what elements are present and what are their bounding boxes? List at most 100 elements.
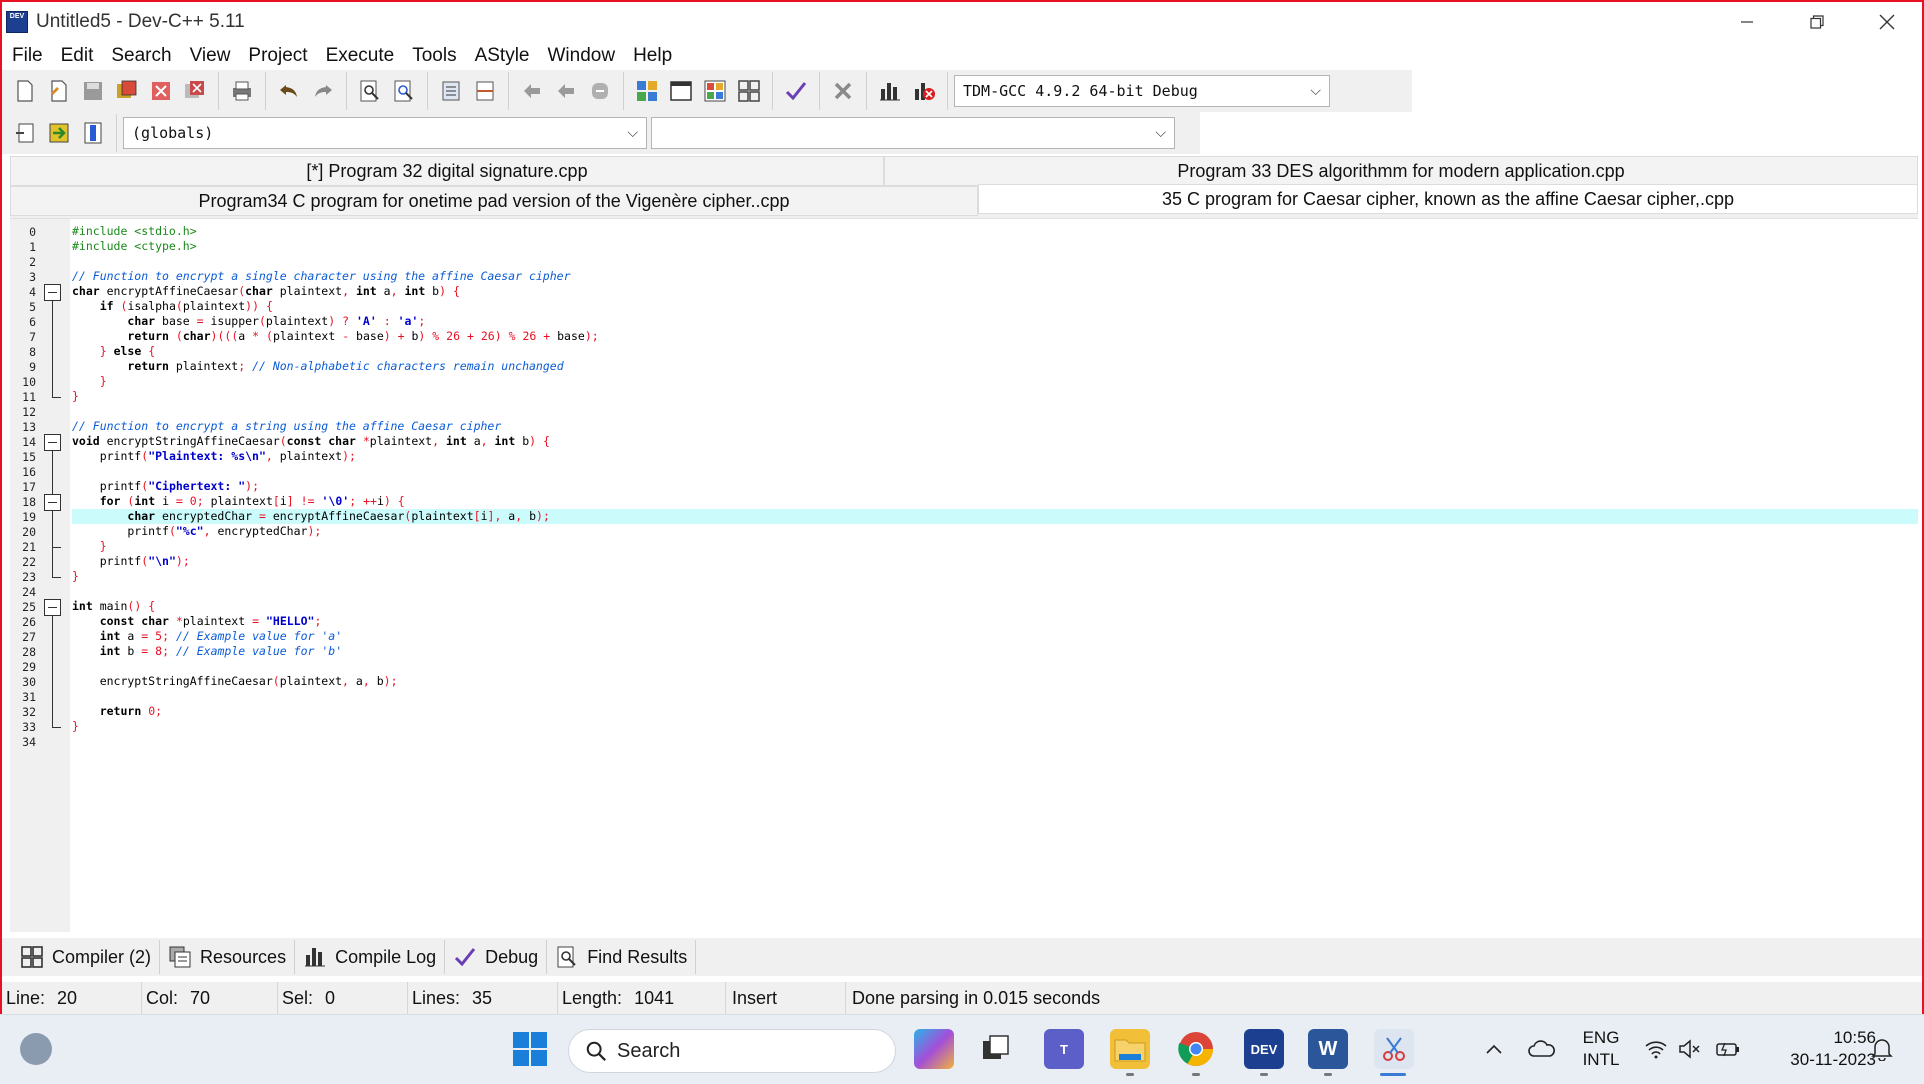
tab-program-33[interactable]: Program 33 DES algorithmm for modern app… — [884, 156, 1918, 186]
tab-debug[interactable]: Debug — [445, 940, 548, 974]
compile-check-icon[interactable] — [781, 76, 811, 106]
file-explorer-icon[interactable] — [1110, 1029, 1150, 1069]
scope-select[interactable]: (globals) ⌵ — [123, 117, 647, 149]
code-line[interactable]: int a = 5; // Example value for 'a' — [72, 629, 1918, 644]
code-line[interactable]: int main() { — [72, 599, 1918, 614]
code-line[interactable]: int b = 8; // Example value for 'b' — [72, 644, 1918, 659]
chevron-up-icon[interactable] — [1474, 1029, 1514, 1069]
menu-search[interactable]: Search — [102, 45, 180, 67]
undo-icon[interactable] — [274, 76, 304, 106]
code-line[interactable]: } — [72, 539, 1918, 554]
code-line[interactable]: for (int i = 0; plaintext[i] != '\0'; ++… — [72, 494, 1918, 509]
save-icon[interactable] — [78, 76, 108, 106]
code-line[interactable]: // Function to encrypt a string using th… — [72, 419, 1918, 434]
code-line[interactable]: #include <stdio.h> — [72, 224, 1918, 239]
onedrive-icon[interactable] — [1522, 1029, 1562, 1069]
windows-start-icon[interactable] — [510, 1029, 550, 1069]
code-line[interactable]: } — [72, 719, 1918, 734]
open-file-icon[interactable] — [44, 76, 74, 106]
current-code-line[interactable]: char encryptedChar = encryptAffineCaesar… — [72, 509, 1918, 524]
code-line[interactable]: } — [72, 569, 1918, 584]
tab-compile-log[interactable]: Compile Log — [295, 940, 446, 974]
code-line[interactable] — [72, 254, 1918, 269]
class-browser-icon[interactable] — [734, 76, 764, 106]
save-all-icon[interactable] — [112, 76, 142, 106]
code-line[interactable] — [72, 404, 1918, 419]
code-line[interactable]: return plaintext; // Non-alphabetic char… — [72, 359, 1918, 374]
tab-find-results[interactable]: Find Results — [547, 940, 697, 974]
weather-icon[interactable] — [20, 1033, 52, 1065]
tile-icon[interactable] — [632, 76, 662, 106]
menu-help[interactable]: Help — [624, 45, 681, 67]
code-line[interactable]: char base = isupper(plaintext) ? 'A' : '… — [72, 314, 1918, 329]
goto-line-icon[interactable] — [585, 76, 615, 106]
code-line[interactable]: void encryptStringAffineCaesar(const cha… — [72, 434, 1918, 449]
notification-bell-icon[interactable] — [1862, 1029, 1902, 1069]
redo-icon[interactable] — [308, 76, 338, 106]
code-line[interactable]: encryptStringAffineCaesar(plaintext, a, … — [72, 674, 1918, 689]
menu-view[interactable]: View — [181, 45, 240, 67]
unindent-icon[interactable] — [470, 76, 500, 106]
chrome-icon[interactable] — [1176, 1029, 1216, 1069]
code-area[interactable]: #include <stdio.h> #include <ctype.h> // F… — [72, 219, 1918, 932]
code-line[interactable]: } — [72, 389, 1918, 404]
code-line[interactable]: printf("Ciphertext: "); — [72, 479, 1918, 494]
menu-window[interactable]: Window — [539, 45, 625, 67]
code-line[interactable]: char encryptAffineCaesar(char plaintext,… — [72, 284, 1918, 299]
code-line[interactable]: return 0; — [72, 704, 1918, 719]
copilot-icon[interactable] — [914, 1029, 954, 1069]
tab-compiler[interactable]: Compiler (2) — [12, 940, 161, 974]
profile-chart-icon[interactable] — [875, 76, 905, 106]
taskbar-search[interactable]: Search — [568, 1029, 896, 1073]
new-file-icon[interactable] — [10, 76, 40, 106]
code-line[interactable]: printf("\n"); — [72, 554, 1918, 569]
code-line[interactable] — [72, 584, 1918, 599]
code-line[interactable]: const char *plaintext = "HELLO"; — [72, 614, 1918, 629]
menu-project[interactable]: Project — [239, 45, 316, 67]
code-line[interactable]: } — [72, 374, 1918, 389]
fold-collapse-icon[interactable] — [44, 434, 61, 451]
code-line[interactable] — [72, 659, 1918, 674]
code-line[interactable]: #include <ctype.h> — [72, 239, 1918, 254]
delete-profile-icon[interactable] — [909, 76, 939, 106]
devcpp-icon[interactable]: DEV — [1244, 1029, 1284, 1069]
tab-program-35[interactable]: 35 C program for Caesar cipher, known as… — [978, 184, 1918, 214]
fold-collapse-icon[interactable] — [44, 494, 61, 511]
menu-tools[interactable]: Tools — [403, 45, 465, 67]
code-line[interactable]: // Function to encrypt a single characte… — [72, 269, 1918, 284]
print-icon[interactable] — [227, 76, 257, 106]
teams-icon[interactable]: T — [1044, 1029, 1084, 1069]
bookmark-next-icon[interactable] — [551, 76, 581, 106]
code-line[interactable] — [72, 689, 1918, 704]
snipping-tool-icon[interactable] — [1374, 1029, 1414, 1069]
insert-icon[interactable] — [10, 118, 40, 148]
menu-file[interactable]: File — [2, 45, 52, 67]
indent-icon[interactable] — [436, 76, 466, 106]
code-line[interactable]: return (char)(((a * (plaintext - base) +… — [72, 329, 1918, 344]
minimize-icon[interactable] — [1712, 2, 1782, 42]
fullscreen-icon[interactable] — [666, 76, 696, 106]
menu-astyle[interactable]: AStyle — [466, 45, 539, 67]
word-icon[interactable]: W — [1308, 1029, 1348, 1069]
goto-declaration-icon[interactable] — [44, 118, 74, 148]
layout-icon[interactable] — [700, 76, 730, 106]
goto-definition-icon[interactable] — [78, 118, 108, 148]
close-icon[interactable] — [1852, 2, 1922, 42]
code-editor[interactable]: 0 1 2 3 4 5 6 7 8 9 10 11 12 13 14 15 16 17 18 19 20 21 22 23 24… — [10, 218, 1918, 932]
bookmark-prev-icon[interactable] — [517, 76, 547, 106]
function-select[interactable]: ⌵ — [651, 117, 1175, 149]
menu-edit[interactable]: Edit — [52, 45, 103, 67]
find-icon[interactable] — [355, 76, 385, 106]
code-line[interactable]: printf("%c", encryptedChar); — [72, 524, 1918, 539]
fold-collapse-icon[interactable] — [44, 284, 61, 301]
tab-program-34[interactable]: Program34 C program for onetime pad vers… — [10, 186, 978, 216]
fold-collapse-icon[interactable] — [44, 599, 61, 616]
code-line[interactable]: } else { — [72, 344, 1918, 359]
battery-icon[interactable] — [1708, 1029, 1748, 1069]
compiler-select[interactable]: TDM-GCC 4.9.2 64-bit Debug ⌵ — [954, 75, 1330, 107]
close-all-icon[interactable] — [180, 76, 210, 106]
replace-icon[interactable] — [389, 76, 419, 106]
volume-muted-icon[interactable] — [1670, 1029, 1710, 1069]
stop-icon[interactable] — [828, 76, 858, 106]
code-line[interactable]: printf("Plaintext: %s\n", plaintext); — [72, 449, 1918, 464]
